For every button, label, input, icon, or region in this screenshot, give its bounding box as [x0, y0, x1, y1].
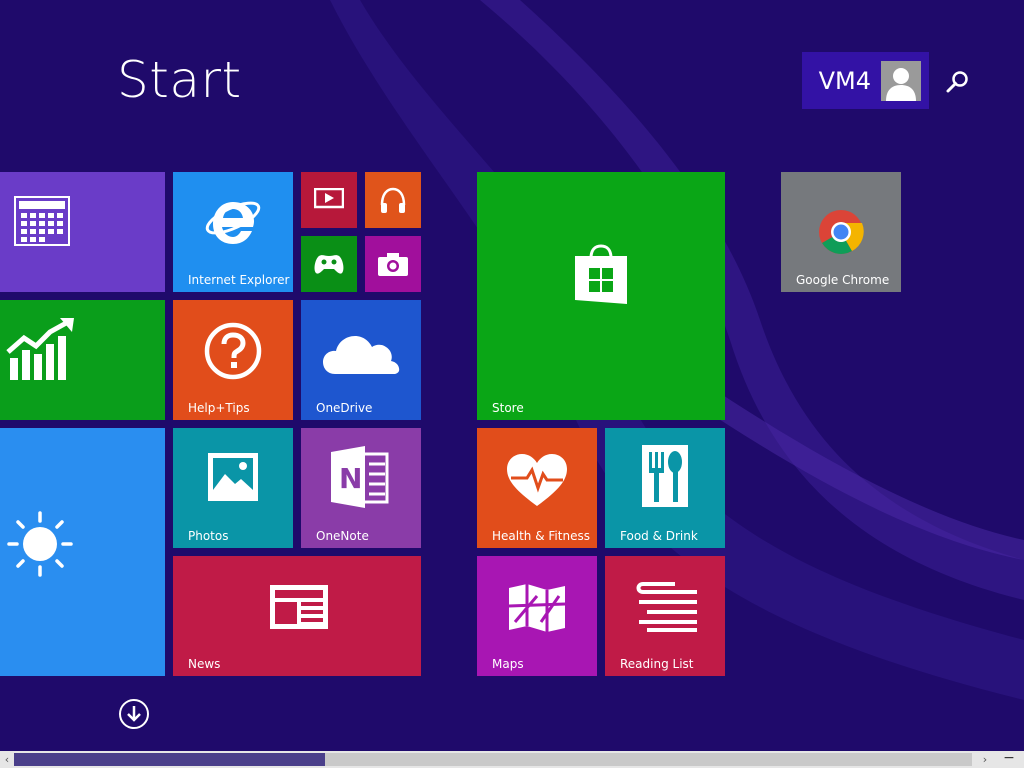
- tile-photos[interactable]: Photos: [173, 428, 293, 548]
- tile-label: Food & Drink: [620, 529, 698, 543]
- camera-icon: [378, 253, 408, 276]
- game-controller-icon: [314, 255, 344, 274]
- arrow-down-circle-icon: [127, 706, 141, 722]
- tile-label: OneDrive: [316, 401, 373, 415]
- tile-news[interactable]: News: [173, 556, 421, 676]
- user-account-button[interactable]: VM4: [802, 52, 929, 109]
- tile-internet-explorer[interactable]: Internet Explorer: [173, 172, 293, 292]
- tile-camera[interactable]: [365, 236, 421, 292]
- tile-calendar[interactable]: [0, 172, 165, 292]
- scroll-left-icon[interactable]: ‹: [0, 751, 14, 768]
- user-name: VM4: [818, 66, 871, 95]
- photo-icon: [208, 453, 258, 501]
- fork-spoon-icon: [642, 445, 688, 507]
- video-play-icon: [314, 188, 344, 209]
- tile-label: Google Chrome: [796, 273, 890, 287]
- svg-text:N: N: [339, 462, 362, 495]
- tile-finance[interactable]: [0, 300, 165, 420]
- tile-onedrive[interactable]: OneDrive: [301, 300, 421, 420]
- horizontal-scrollbar[interactable]: ‹ › −: [0, 751, 1024, 768]
- reading-list-icon: [636, 582, 697, 632]
- tile-label: Maps: [492, 657, 524, 671]
- user-avatar-icon: [881, 60, 921, 101]
- calendar-icon: [14, 196, 70, 246]
- heart-pulse-icon: [507, 454, 567, 506]
- tile-video[interactable]: [301, 172, 357, 228]
- page-title: Start: [117, 51, 242, 109]
- news-icon: [270, 585, 328, 629]
- cloud-icon: [323, 336, 400, 374]
- sun-icon: [7, 511, 73, 577]
- tile-health-fitness[interactable]: Health & Fitness: [477, 428, 597, 548]
- tile-reading-list[interactable]: Reading List: [605, 556, 725, 676]
- tile-label: Internet Explorer: [188, 273, 290, 287]
- all-apps-button[interactable]: [119, 699, 149, 729]
- finance-chart-icon: [6, 318, 74, 380]
- tile-store[interactable]: Store: [477, 172, 725, 420]
- store-bag-icon: [575, 244, 627, 304]
- internet-explorer-icon: [205, 201, 261, 244]
- chrome-icon: [819, 210, 864, 254]
- question-mark-icon: [204, 322, 262, 380]
- tile-help-tips[interactable]: Help+Tips: [173, 300, 293, 420]
- scrollbar-track-left[interactable]: [14, 753, 325, 766]
- scroll-right-icon[interactable]: ›: [978, 751, 992, 768]
- map-icon: [508, 584, 566, 632]
- tile-label: Help+Tips: [188, 401, 250, 415]
- tile-label: OneNote: [316, 529, 369, 543]
- onenote-icon: N: [331, 446, 389, 508]
- search-icon[interactable]: [944, 68, 972, 96]
- tile-food-drink[interactable]: Food & Drink: [605, 428, 725, 548]
- scrollbar-thumb[interactable]: [325, 753, 972, 766]
- tile-label: Photos: [188, 529, 229, 543]
- tile-google-chrome[interactable]: Google Chrome: [781, 172, 901, 292]
- tile-onenote[interactable]: N OneNote: [301, 428, 421, 548]
- zoom-out-icon[interactable]: −: [994, 751, 1024, 768]
- tile-games[interactable]: [301, 236, 357, 292]
- tile-label: News: [188, 657, 221, 671]
- tile-label: Reading List: [620, 657, 694, 671]
- tile-music[interactable]: [365, 172, 421, 228]
- tile-maps[interactable]: Maps: [477, 556, 597, 676]
- headphones-icon: [380, 187, 406, 213]
- tile-label: Store: [492, 401, 524, 415]
- tile-weather[interactable]: [0, 428, 165, 676]
- tile-label: Health & Fitness: [492, 529, 590, 543]
